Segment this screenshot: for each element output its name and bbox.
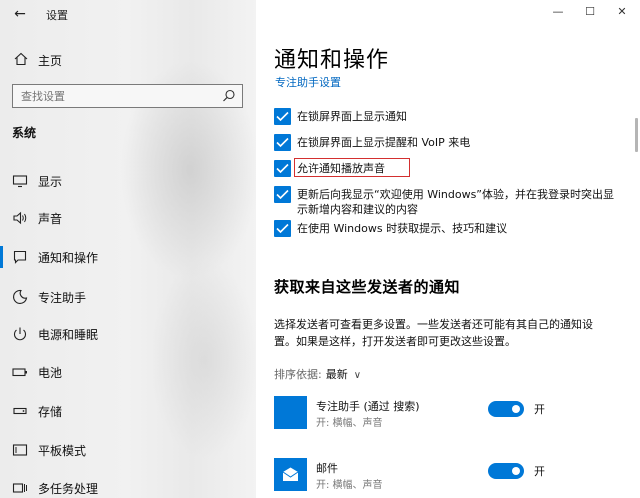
battery-icon [12, 368, 27, 377]
checkmark-icon [276, 111, 289, 122]
power-icon [14, 327, 26, 341]
senders-description: 选择发送者可查看更多设置。一些发送者还可能有其自己的通知设 置。如果是这样，打开… [274, 316, 624, 350]
sender-row[interactable]: 专注助手 (通过 搜索) 开: 横幅、声音 开 [274, 396, 634, 436]
sender-row[interactable]: 邮件 开: 横幅、声音 开 [274, 458, 634, 498]
notification-icon [13, 250, 27, 264]
sidebar-item-multitasking[interactable]: 多任务处理 [0, 474, 256, 498]
toggle-knob [512, 405, 520, 413]
main-content: — ☐ ✕ 通知和操作 专注助手设置 在锁屏界面上显示通知 在锁屏界面上显示提醒… [256, 0, 640, 498]
toggle-switch[interactable] [488, 401, 524, 417]
sender-name: 专注助手 (通过 搜索) [316, 400, 420, 413]
sender-name: 邮件 [316, 462, 338, 475]
title-bar: ← 设置 [0, 0, 256, 28]
maximize-icon[interactable]: ☐ [578, 4, 602, 20]
sidebar-item-label: 专注助手 [38, 291, 87, 305]
focus-assist-settings-link[interactable]: 专注助手设置 [275, 74, 341, 90]
description-line: 置。如果是这样，打开发送者即可更改这些设置。 [274, 335, 516, 348]
sidebar-item-display[interactable]: 显示 [0, 167, 256, 195]
sort-dropdown[interactable]: 排序依据: 最新 ∨ [274, 366, 361, 382]
sidebar-item-label: 主页 [38, 54, 63, 68]
checkbox-label: 在锁屏界面上显示提醒和 VoIP 来电 [297, 136, 471, 149]
moon-icon [13, 289, 28, 304]
checkbox-label-line: 示新增内容和建议的内容 [297, 203, 418, 216]
multitask-icon [12, 483, 27, 493]
sidebar-item-label: 多任务处理 [38, 482, 99, 496]
description-line: 选择发送者可查看更多设置。一些发送者还可能有其自己的通知设 [274, 318, 593, 331]
sort-label: 排序依据: [274, 368, 322, 381]
sidebar-item-label: 声音 [38, 212, 63, 226]
checkbox-label-line: 更新后向我显示“欢迎使用 Windows”体验，并在我登录时突出显 [297, 188, 614, 201]
checkmark-icon [276, 189, 289, 200]
page-title: 通知和操作 [274, 48, 390, 73]
sidebar-item-label: 平板模式 [38, 444, 87, 458]
sidebar-item-label: 电池 [38, 366, 63, 380]
sidebar-item-label: 显示 [38, 175, 63, 189]
checkbox[interactable] [274, 160, 291, 177]
checkbox-label: 允许通知播放声音 [297, 162, 385, 175]
checkbox-label: 在锁屏界面上显示通知 [297, 110, 407, 123]
sidebar-item-label: 存储 [38, 405, 63, 419]
mail-app-icon [274, 458, 307, 491]
chevron-down-icon[interactable]: ∨ [354, 370, 361, 381]
close-icon[interactable]: ✕ [610, 4, 634, 20]
sidebar-item-tablet-mode[interactable]: 平板模式 [0, 436, 256, 464]
checkbox[interactable] [274, 186, 291, 203]
checkbox-label: 在使用 Windows 时获取提示、技巧和建议 [297, 222, 508, 235]
checkbox[interactable] [274, 108, 291, 125]
sidebar: ← 设置 主页 系统 显示 声音 通知和操作 [0, 0, 256, 498]
scrollbar-thumb[interactable] [635, 118, 638, 152]
sidebar-item-power[interactable]: 电源和睡眠 [0, 320, 256, 348]
storage-icon [13, 407, 27, 415]
checkmark-icon [276, 223, 289, 234]
checkmark-icon [276, 137, 289, 148]
sender-status: 开: 横幅、声音 [316, 480, 383, 491]
search-box[interactable] [12, 84, 243, 108]
search-input[interactable] [21, 88, 211, 104]
envelope-icon [282, 467, 299, 481]
toggle-label: 开 [534, 465, 545, 478]
search-icon[interactable] [222, 89, 236, 103]
sidebar-item-focus-assist[interactable]: 专注助手 [0, 283, 256, 311]
app-title: 设置 [46, 9, 68, 22]
toggle-knob [512, 467, 520, 475]
toggle-switch[interactable] [488, 463, 524, 479]
sidebar-item-notifications[interactable]: 通知和操作 [0, 243, 256, 271]
tablet-icon [12, 444, 28, 456]
checkbox[interactable] [274, 134, 291, 151]
home-icon [14, 52, 28, 66]
checkmark-icon [276, 163, 289, 174]
section-label: 系统 [12, 126, 37, 140]
sidebar-item-storage[interactable]: 存储 [0, 397, 256, 425]
active-indicator [0, 246, 3, 268]
checkbox[interactable] [274, 220, 291, 237]
sidebar-item-battery[interactable]: 电池 [0, 358, 256, 386]
checkbox-label: 更新后向我显示“欢迎使用 Windows”体验，并在我登录时突出显 示新增内容和… [297, 187, 627, 217]
sort-value[interactable]: 最新 [326, 368, 348, 381]
sidebar-item-label: 通知和操作 [38, 251, 99, 265]
focus-assist-app-icon [274, 396, 307, 429]
sidebar-item-label: 电源和睡眠 [38, 328, 99, 342]
sidebar-item-home[interactable]: 主页 [0, 48, 256, 72]
sender-status: 开: 横幅、声音 [316, 418, 383, 429]
toggle-label: 开 [534, 403, 545, 416]
back-arrow-icon[interactable]: ← [8, 4, 32, 24]
sound-icon [13, 211, 27, 225]
minimize-icon[interactable]: — [546, 4, 570, 20]
sidebar-item-sound[interactable]: 声音 [0, 204, 256, 232]
display-icon [12, 175, 28, 188]
senders-heading: 获取来自这些发送者的通知 [274, 278, 461, 296]
